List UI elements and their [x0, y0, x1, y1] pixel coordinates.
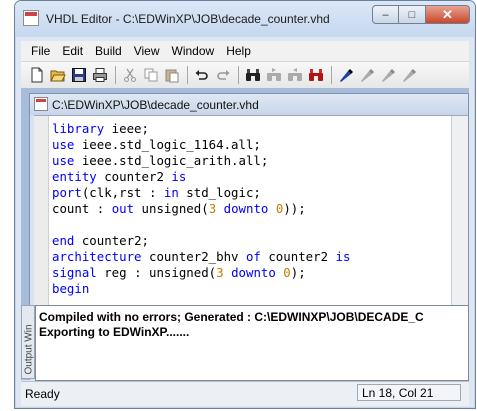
redo-icon[interactable] [213, 65, 233, 85]
menu-build[interactable]: Build [89, 44, 128, 58]
copy-icon[interactable] [141, 65, 161, 85]
code-text[interactable]: library ieee; use ieee.std_logic_1164.al… [52, 121, 350, 297]
previous-bookmark-icon[interactable] [378, 65, 398, 85]
open-folder-icon[interactable] [48, 65, 68, 85]
toolbar [21, 61, 469, 89]
toolbar-separator [331, 66, 332, 84]
output-line: Exporting to EDWinXP....... [39, 325, 190, 339]
next-bookmark-icon[interactable] [357, 65, 377, 85]
paste-icon[interactable] [162, 65, 182, 85]
editor-file-path: C:\EDWinXP\JOB\decade_counter.vhd [52, 98, 259, 112]
caption-buttons: – □ ✕ [372, 5, 470, 25]
vhdl-editor-window: VHDL Editor - C:\EDWinXP\JOB\decade_coun… [14, 0, 476, 409]
find-next-icon[interactable] [264, 65, 284, 85]
window-title: VHDL Editor - C:\EDWinXP\JOB\decade_coun… [46, 12, 330, 26]
menu-edit[interactable]: Edit [56, 44, 89, 58]
toolbar-separator [187, 66, 188, 84]
undo-icon[interactable] [192, 65, 212, 85]
menu-bar: File Edit Build View Window Help [21, 41, 469, 61]
document-icon[interactable] [34, 97, 48, 111]
maximize-button[interactable]: □ [399, 5, 426, 24]
replace-icon[interactable] [306, 65, 326, 85]
clear-bookmarks-icon[interactable] [399, 65, 419, 85]
menu-file[interactable]: File [25, 44, 56, 58]
output-messages: Compiled with no errors; Generated : C:\… [39, 310, 424, 340]
editor-title-bar[interactable]: C:\EDWinXP\JOB\decade_counter.vhd [30, 94, 468, 115]
find-previous-icon[interactable] [285, 65, 305, 85]
app-icon[interactable] [23, 10, 39, 26]
close-button[interactable]: ✕ [426, 5, 470, 24]
minimize-button[interactable]: – [372, 5, 399, 24]
output-window[interactable]: Compiled with no errors; Generated : C:\… [35, 305, 469, 381]
find-icon[interactable] [243, 65, 263, 85]
menu-view[interactable]: View [128, 44, 166, 58]
title-bar[interactable]: VHDL Editor - C:\EDWinXP\JOB\decade_coun… [15, 1, 475, 37]
output-window-label: Output Win [23, 324, 35, 375]
status-text: Ready [25, 387, 60, 401]
menu-help[interactable]: Help [220, 44, 257, 58]
status-bar: Ready Ln 18, Col 21 [21, 381, 469, 406]
toggle-bookmark-icon[interactable] [336, 65, 356, 85]
output-window-title-bar[interactable]: Output Win [21, 305, 35, 379]
cursor-position: Ln 18, Col 21 [357, 384, 461, 401]
new-file-icon[interactable] [27, 65, 47, 85]
save-icon[interactable] [69, 65, 89, 85]
cut-icon[interactable] [120, 65, 140, 85]
menu-window[interactable]: Window [166, 44, 221, 58]
toolbar-separator [115, 66, 116, 84]
toolbar-separator [238, 66, 239, 84]
print-icon[interactable] [90, 65, 110, 85]
output-line: Compiled with no errors; Generated : C:\… [39, 310, 424, 324]
